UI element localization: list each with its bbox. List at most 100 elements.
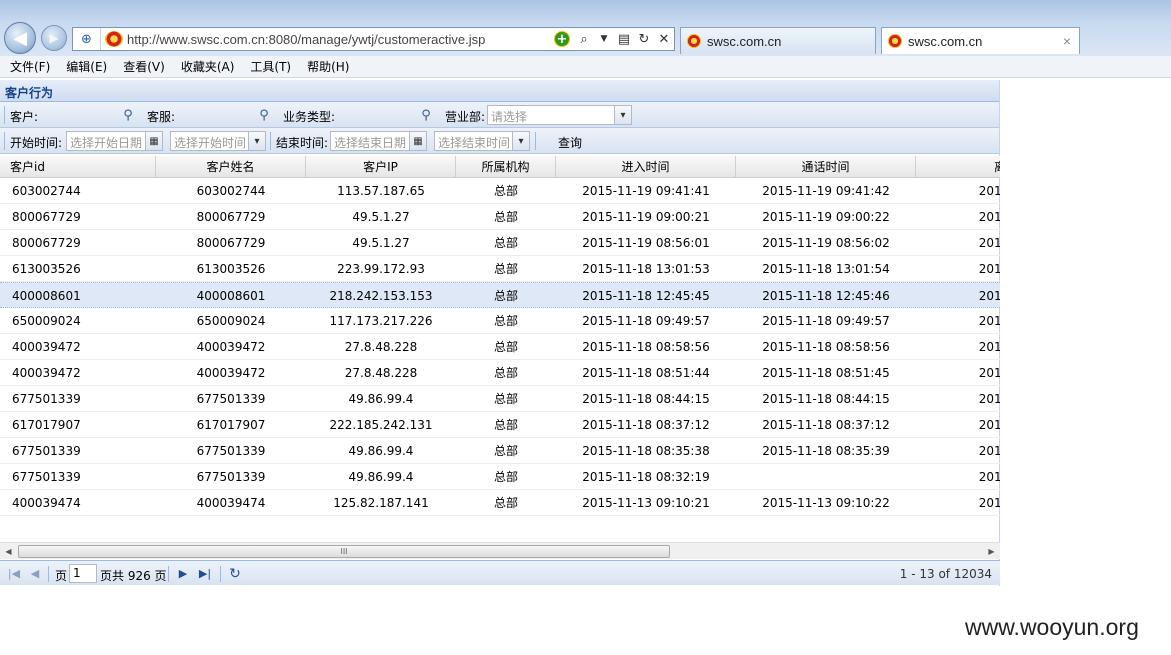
customer-search-icon[interactable]: ⚲ [118,105,138,125]
end-date-calendar-icon[interactable]: ▦ [409,131,427,151]
start-time-dropdown-icon[interactable]: ▾ [248,131,266,151]
start-date-calendar-icon[interactable]: ▦ [145,131,163,151]
scroll-left-icon[interactable]: ◀ [0,543,17,560]
service-search-icon[interactable]: ⚲ [254,105,274,125]
service-label: 客服: [147,110,176,124]
menu-help[interactable]: 帮助(H) [307,58,349,75]
scroll-thumb[interactable]: III [18,545,670,558]
table-row[interactable]: 800067729 800067729 49.5.1.27 总部 2015-11-19 … [0,230,1000,256]
cell-customer-id: 400039472 [12,366,81,380]
cell-org: 总部 [493,444,518,458]
col-customer-ip[interactable]: 客户IP [306,156,456,177]
col-leave-time[interactable]: 离开 [916,156,1000,177]
first-page-icon[interactable]: |◀ [6,566,22,582]
horizontal-scrollbar[interactable]: ◀ III ▶ [0,542,1000,559]
table-row[interactable]: 400039472 400039472 27.8.48.228 总部 2015-11-1… [0,334,1000,360]
cell-call-time: 2015-11-19 09:41:42 [762,184,890,198]
menu-file[interactable]: 文件(F) [10,58,50,75]
end-time-dropdown-icon[interactable]: ▾ [512,131,530,151]
table-row[interactable]: 400008601 400008601 218.242.153.153 总部 2015-… [0,282,1000,308]
table-row[interactable]: 650009024 650009024 117.173.217.226 总部 2015-… [0,308,1000,334]
cell-call-time: 2015-11-19 09:00:22 [762,210,890,224]
cell-customer-ip: 223.99.172.93 [337,262,425,276]
branch-select[interactable]: 请选择 [487,105,615,125]
page-number-input[interactable]: 1 [69,564,97,583]
cell-call-time: 2015-11-18 08:35:39 [762,444,890,458]
cell-call-time: 2015-11-18 08:58:56 [762,340,890,354]
cell-org: 总部 [493,392,518,406]
paging-toolbar: |◀ ◀ 页 1 页共 926 页 ▶ ▶| ↻ 1 - 13 of 12034 [0,560,1000,585]
cell-customer-ip: 49.5.1.27 [352,236,410,250]
refresh-icon[interactable]: ↻ [634,32,654,47]
tab-close-icon[interactable]: × [1063,33,1071,49]
query-button[interactable]: 查询 [552,132,588,153]
cell-customer-ip: 49.5.1.27 [352,210,410,224]
cell-customer-ip: 218.242.153.153 [329,289,433,303]
cell-enter-time: 2015-11-18 08:35:38 [582,444,710,458]
start-time-input[interactable]: 选择开始时间 [170,131,249,151]
cell-enter-time: 2015-11-19 08:56:01 [582,236,710,250]
cell-org: 总部 [493,314,518,328]
cell-customer-ip: 49.86.99.4 [348,392,414,406]
tab-favicon-icon [687,34,701,48]
stop-icon[interactable]: ✕ [654,32,674,47]
col-call-time[interactable]: 通话时间 [736,156,916,177]
compatibility-icon[interactable]: ⊕ [73,28,101,50]
browser-tab-1[interactable]: swsc.com.cn [680,27,876,54]
search-icon[interactable]: ⌕ [574,32,594,47]
table-row[interactable]: 400039472 400039472 27.8.48.228 总部 2015-11-1… [0,360,1000,386]
forward-button[interactable]: ▶ [41,25,67,51]
cell-leave-time: 2015-11- [978,340,1000,354]
col-customer-id[interactable]: 客户id [0,156,156,177]
addon-icon[interactable]: + [554,31,570,47]
table-row[interactable]: 400039474 400039474 125.82.187.141 总部 2015-1… [0,490,1000,516]
table-row[interactable]: 677501339 677501339 49.86.99.4 总部 2015-11-18… [0,464,1000,490]
browser-tab-2[interactable]: swsc.com.cn × [881,27,1080,54]
table-row[interactable]: 677501339 677501339 49.86.99.4 总部 2015-11-18… [0,438,1000,464]
cell-customer-ip: 113.57.187.65 [337,184,425,198]
table-row[interactable]: 800067729 800067729 49.5.1.27 总部 2015-11-19 … [0,204,1000,230]
dropdown-icon[interactable]: ▼ [594,34,614,44]
back-button[interactable]: ◀ [4,22,36,54]
table-row[interactable]: 613003526 613003526 223.99.172.93 总部 2015-11… [0,256,1000,282]
url-text[interactable]: http://www.swsc.com.cn:8080/manage/ywtj/… [127,32,554,47]
prev-page-icon[interactable]: ◀ [27,566,43,582]
business-search-icon[interactable]: ⚲ [416,105,436,125]
scroll-right-icon[interactable]: ▶ [983,543,1000,560]
menu-view[interactable]: 查看(V) [123,58,165,75]
table-row[interactable]: 617017907 617017907 222.185.242.131 总部 2015-… [0,412,1000,438]
cell-enter-time: 2015-11-18 08:58:56 [582,340,710,354]
cell-customer-name: 677501339 [196,470,266,484]
menu-favorites[interactable]: 收藏夹(A) [181,58,235,75]
cell-leave-time: 2015-11- [978,262,1000,276]
cell-call-time: 2015-11-18 08:44:15 [762,392,890,406]
cell-customer-ip: 125.82.187.141 [333,496,429,510]
cell-enter-time: 2015-11-18 09:49:57 [582,314,710,328]
table-row[interactable]: 603002744 603002744 113.57.187.65 总部 2015-11… [0,178,1000,204]
col-customer-name[interactable]: 客户姓名 [156,156,306,177]
cell-customer-id: 400008601 [12,289,81,303]
col-org[interactable]: 所属机构 [456,156,556,177]
cell-customer-id: 800067729 [12,236,81,250]
address-bar[interactable]: ⊕ http://www.swsc.com.cn:8080/manage/ywt… [72,27,675,51]
col-enter-time[interactable]: 进入时间 [556,156,736,177]
end-date-input[interactable]: 选择结束日期 [330,131,410,151]
last-page-icon[interactable]: ▶| [197,566,213,582]
table-row[interactable]: 677501339 677501339 49.86.99.4 总部 2015-11-18… [0,386,1000,412]
cell-customer-ip: 222.185.242.131 [329,418,433,432]
browser-chrome: ◀ ▶ ⊕ http://www.swsc.com.cn:8080/manage… [0,0,1171,56]
end-time-input[interactable]: 选择结束时间 [434,131,513,151]
compat-view-icon[interactable]: ▤ [614,32,634,47]
refresh-icon[interactable]: ↻ [227,566,243,582]
menu-edit[interactable]: 编辑(E) [66,58,107,75]
menu-tools[interactable]: 工具(T) [250,58,291,75]
cell-call-time: 2015-11-18 08:51:45 [762,366,890,380]
cell-call-time: 2015-11-18 09:49:57 [762,314,890,328]
branch-dropdown-icon[interactable]: ▾ [614,105,632,125]
next-page-icon[interactable]: ▶ [175,566,191,582]
start-date-input[interactable]: 选择开始日期 [66,131,146,151]
cell-enter-time: 2015-11-19 09:00:21 [582,210,710,224]
cell-customer-ip: 27.8.48.228 [344,366,418,380]
cell-customer-id: 603002744 [12,184,81,198]
cell-call-time [736,464,916,490]
